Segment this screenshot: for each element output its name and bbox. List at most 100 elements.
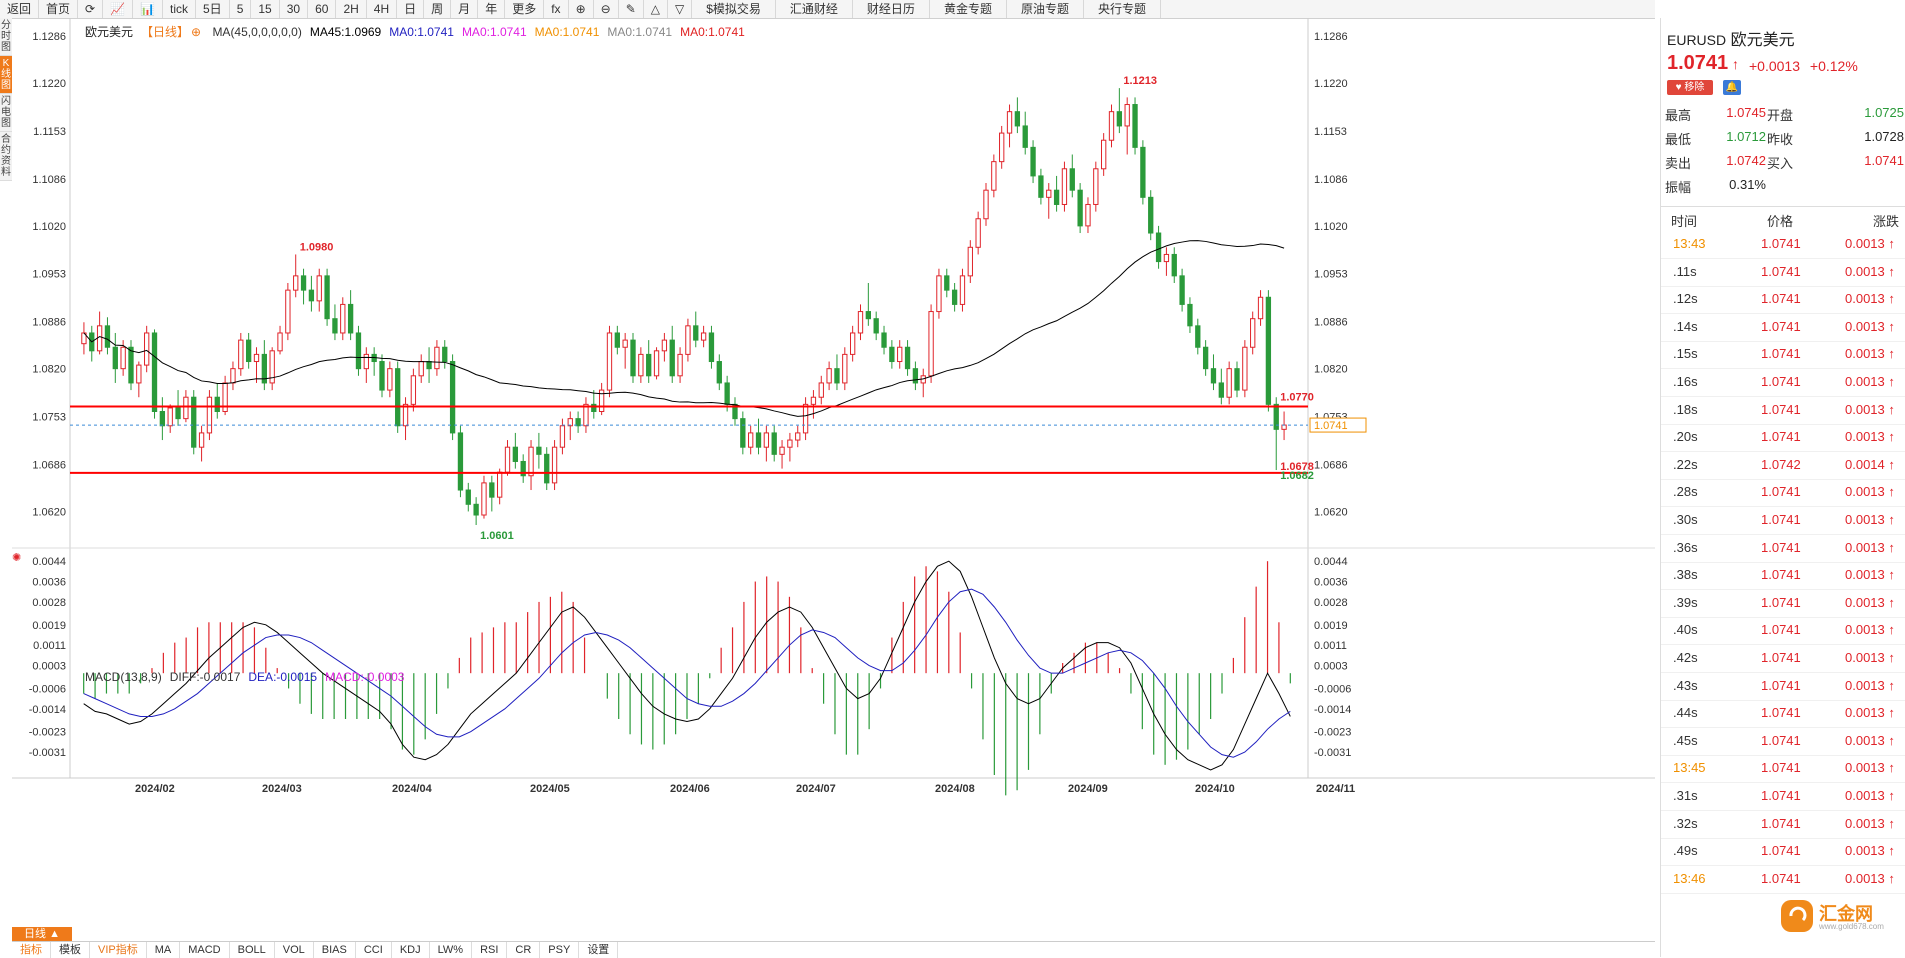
y-tick-label-right: 1.1020 — [1314, 221, 1348, 233]
tick-row[interactable]: 13:45 1.0741 0.0013 ↑ — [1661, 754, 1905, 784]
left-tab-1[interactable]: K线图 — [0, 56, 12, 94]
tick-row[interactable]: .30s 1.0741 0.0013 ↑ — [1661, 506, 1905, 535]
remove-button[interactable]: ♥ 移除 — [1667, 80, 1713, 95]
tick-row[interactable]: .36s 1.0741 0.0013 ↑ — [1661, 534, 1905, 563]
toolbar-item-5[interactable]: tick — [163, 0, 196, 18]
tick-row[interactable]: .15s 1.0741 0.0013 ↑ — [1661, 340, 1905, 370]
chart-area[interactable]: 1.1286 1.1286 1.1220 1.1220 1.1153 1.1153 1.10… — [12, 18, 1655, 939]
panel-name: 欧元美元 — [1730, 32, 1795, 49]
period-toggle-icon[interactable]: ⊕ — [191, 25, 201, 39]
macd-y-tick-left: 0.0019 — [32, 620, 66, 632]
tick-row[interactable]: .11s 1.0741 0.0013 ↑ — [1661, 258, 1905, 287]
indicator-tab-13[interactable]: PSY — [540, 942, 580, 958]
tick-row[interactable]: .31s 1.0741 0.0013 ↑ — [1661, 782, 1905, 811]
indicator-tab-12[interactable]: CR — [507, 942, 541, 958]
tick-row[interactable]: .16s 1.0741 0.0013 ↑ — [1661, 368, 1905, 397]
tick-row[interactable]: .45s 1.0741 0.0013 ↑ — [1661, 727, 1905, 756]
candle-body — [818, 382, 824, 398]
tick-change: 0.0013 ↑ — [1845, 650, 1895, 665]
indicator-tab-0[interactable]: 指标 — [12, 942, 51, 958]
candle-body — [1179, 275, 1185, 305]
indicator-tab-1[interactable]: 模板 — [51, 942, 90, 958]
y-tick-label-left: 1.0686 — [32, 459, 66, 471]
candle-body — [144, 332, 150, 366]
tick-row[interactable]: .38s 1.0741 0.0013 ↑ — [1661, 561, 1905, 591]
toolbar-item-24[interactable]: $模拟交易 — [692, 0, 776, 18]
toolbar-item-10[interactable]: 60 — [308, 0, 337, 18]
tick-row[interactable]: .43s 1.0741 0.0013 ↑ — [1661, 672, 1905, 701]
toolbar-item-19[interactable]: ⊕ — [569, 0, 594, 18]
toolbar-item-20[interactable]: ⊖ — [594, 0, 619, 18]
toolbar-item-9[interactable]: 30 — [280, 0, 309, 18]
candle-body — [1093, 168, 1099, 205]
tick-row[interactable]: .18s 1.0741 0.0013 ↑ — [1661, 396, 1905, 425]
toolbar-item-2[interactable]: ⟳ — [78, 0, 104, 18]
candle-body — [1195, 325, 1201, 348]
toolbar-item-13[interactable]: 日 — [397, 0, 425, 18]
toolbar-item-1[interactable]: 首页 — [39, 0, 79, 18]
macd-legend-item: DIFF:-0.0017 — [169, 670, 241, 684]
toolbar-item-17[interactable]: 更多 — [505, 0, 545, 18]
indicator-tab-6[interactable]: VOL — [275, 942, 314, 958]
tick-row[interactable]: 13:43 1.0741 0.0013 ↑ — [1661, 230, 1905, 259]
toolbar-item-16[interactable]: 年 — [478, 0, 506, 18]
period-tag[interactable]: 【日线】 — [141, 25, 189, 39]
candle-body — [96, 325, 103, 352]
toolbar-item-8[interactable]: 15 — [251, 0, 280, 18]
indicator-tab-11[interactable]: RSI — [472, 942, 508, 958]
toolbar-item-25[interactable]: 汇通财经 — [776, 0, 853, 18]
tick-row[interactable]: .42s 1.0741 0.0013 ↑ — [1661, 644, 1905, 673]
indicator-tab-14[interactable]: 设置 — [579, 942, 619, 958]
candle-body — [1030, 146, 1036, 177]
tick-row[interactable]: .20s 1.0741 0.0013 ↑ — [1661, 423, 1905, 453]
tick-row[interactable]: .40s 1.0741 0.0013 ↑ — [1661, 616, 1905, 646]
toolbar-item-14[interactable]: 周 — [424, 0, 452, 18]
tick-row[interactable]: .28s 1.0741 0.0013 ↑ — [1661, 478, 1905, 508]
tick-row[interactable]: .39s 1.0741 0.0013 ↑ — [1661, 589, 1905, 618]
tick-row[interactable]: .14s 1.0741 0.0013 ↑ — [1661, 313, 1905, 342]
toolbar-item-21[interactable]: ✎ — [619, 0, 644, 18]
candle-body — [669, 339, 675, 377]
tick-row[interactable]: .32s 1.0741 0.0013 ↑ — [1661, 810, 1905, 839]
toolbar-item-22[interactable]: △ — [644, 0, 668, 18]
indicator-tab-4[interactable]: MACD — [180, 942, 230, 958]
candle-body — [1116, 111, 1123, 127]
toolbar-item-6[interactable]: 5日 — [196, 0, 230, 18]
candle-body — [889, 346, 895, 363]
toolbar-item-12[interactable]: 4H — [367, 0, 398, 18]
indicator-tab-8[interactable]: CCI — [356, 942, 392, 958]
toolbar-item-0[interactable]: 返回 — [0, 0, 40, 18]
indicator-tab-2[interactable]: VIP指标 — [90, 942, 147, 958]
indicator-tab-10[interactable]: LW% — [430, 942, 473, 958]
logo-sub: www.gold678.com — [1819, 922, 1884, 931]
indicator-tab-3[interactable]: MA — [147, 942, 181, 958]
x-tick-label: 2024/03 — [262, 783, 302, 795]
tick-row[interactable]: .22s 1.0742 0.0014 ↑ — [1661, 451, 1905, 480]
toolbar-item-18[interactable]: fx — [544, 0, 569, 18]
tick-row[interactable]: .12s 1.0741 0.0013 ↑ — [1661, 285, 1905, 315]
toolbar-item-27[interactable]: 黄金专题 — [930, 0, 1007, 18]
left-tab-2[interactable]: 闪电图 — [0, 94, 12, 132]
toolbar-item-28[interactable]: 原油专题 — [1007, 0, 1084, 18]
toolbar-item-29[interactable]: 央行专题 — [1084, 0, 1161, 18]
candle-body — [504, 446, 511, 473]
indicator-tab-7[interactable]: BIAS — [314, 942, 356, 958]
chart-svg[interactable]: 1.1286 1.1286 1.1220 1.1220 1.1153 1.1153 1.10… — [12, 18, 1655, 939]
toolbar-item-26[interactable]: 财经日历 — [853, 0, 930, 18]
indicator-tab-5[interactable]: BOLL — [230, 942, 275, 958]
day-tag[interactable]: 日线 ▲ — [12, 927, 72, 941]
toolbar-item-4[interactable]: 📊 — [133, 0, 163, 18]
toolbar-item-11[interactable]: 2H — [336, 0, 367, 18]
tick-row[interactable]: 13:46 1.0741 0.0013 ↑ — [1661, 865, 1905, 894]
toolbar-item-3[interactable]: 📈 — [103, 0, 134, 18]
stat-value: 1.0745 — [1726, 105, 1766, 120]
tick-row[interactable]: .44s 1.0741 0.0013 ↑ — [1661, 699, 1905, 729]
tick-row[interactable]: .49s 1.0741 0.0013 ↑ — [1661, 837, 1905, 867]
left-tab-3[interactable]: 合约资料 — [0, 132, 12, 181]
indicator-tab-9[interactable]: KDJ — [392, 942, 430, 958]
toolbar-item-15[interactable]: 月 — [451, 0, 479, 18]
toolbar-item-7[interactable]: 5 — [230, 0, 252, 18]
alert-bell-icon[interactable]: 🔔 — [1723, 80, 1741, 95]
toolbar-item-23[interactable]: ▽ — [668, 0, 693, 18]
left-tab-0[interactable]: 分时图 — [0, 18, 12, 56]
